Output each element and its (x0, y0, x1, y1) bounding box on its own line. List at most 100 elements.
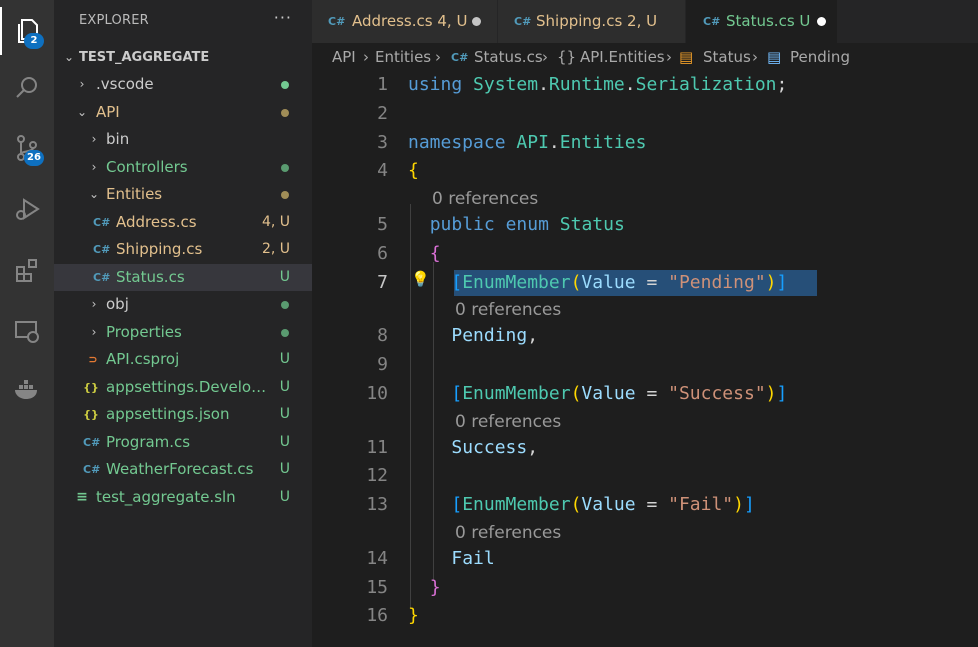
tree-item-controllers[interactable]: › Controllers (54, 154, 312, 181)
rss-icon: ⊃ (88, 353, 98, 366)
breadcrumb-item[interactable]: Status.cs (474, 43, 543, 72)
status-dot (281, 191, 289, 199)
tab-shipping-cs[interactable]: C# Shipping.cs 2, U (498, 0, 686, 43)
chevron-right-icon: › (91, 132, 97, 146)
unsaved-dot-icon[interactable] (817, 17, 826, 26)
breadcrumb-item[interactable]: API (332, 43, 356, 72)
tree-item-status-cs[interactable]: C# Status.cs U (54, 264, 312, 291)
docker-activity[interactable] (0, 366, 54, 414)
code-line: [EnumMember(Value = "Success")] (451, 383, 788, 404)
run-debug-icon (16, 198, 40, 220)
code-line: public enum Status (429, 214, 625, 235)
json-file-icon: {} (83, 381, 99, 394)
status-badge: U (279, 351, 290, 367)
remote-explorer-icon (15, 321, 39, 343)
tree-root[interactable]: ⌄ TEST_AGGREGATE (54, 44, 312, 71)
tree-item-label: Controllers (106, 158, 188, 176)
tree-item-label: Shipping.cs (116, 240, 203, 258)
code-line: namespace API.Entities (408, 132, 647, 153)
tree-item-properties[interactable]: › Properties (54, 319, 312, 346)
line-number: 13 (366, 494, 388, 515)
csharp-file-icon: C# (703, 15, 721, 28)
tree-item-entities[interactable]: ⌄ Entities (54, 181, 312, 208)
line-number: 1 (377, 74, 388, 95)
breadcrumb-item[interactable]: Status (703, 43, 751, 72)
breadcrumb-item[interactable]: API.Entities (580, 43, 665, 72)
csharp-file-icon: C# (93, 243, 111, 256)
unsaved-dot-icon[interactable] (472, 17, 481, 26)
tree-item-label: obj (106, 295, 129, 313)
search-icon (16, 77, 37, 98)
explorer-sidebar: EXPLORER ··· ⌄ TEST_AGGREGATE › .vscode … (54, 0, 312, 647)
line-number: 15 (366, 577, 388, 598)
code-lens-references[interactable]: 0 references (455, 412, 561, 432)
code-line: } (408, 605, 419, 626)
csharp-file-icon: C# (83, 436, 101, 449)
code-line: [EnumMember(Value = "Pending")] (451, 272, 788, 293)
json-file-icon: {} (83, 408, 99, 421)
tree-item-appsettings-development[interactable]: {} appsettings.Develop... U (54, 374, 312, 401)
tree-item-label: appsettings.Develop... (106, 378, 268, 396)
chevron-right-icon: › (79, 77, 85, 91)
code-lens-references[interactable]: 0 references (432, 189, 538, 209)
explorer-activity[interactable]: 2 (0, 7, 54, 55)
activity-bar: 2 26 (0, 0, 54, 647)
tree-item-api-csproj[interactable]: ⊃ API.csproj U (54, 346, 312, 373)
tab-label: Shipping.cs 2, U (536, 12, 658, 30)
tab-address-cs[interactable]: C# Address.cs 4, U (312, 0, 498, 43)
chevron-right-icon: › (542, 48, 548, 66)
status-badge: U (279, 489, 290, 505)
tree-item-weatherforecast-cs[interactable]: C# WeatherForecast.cs U (54, 456, 312, 483)
tree-item-bin[interactable]: › bin (54, 126, 312, 153)
tree-item-program-cs[interactable]: C# Program.cs U (54, 429, 312, 456)
enum-icon: ▤ (679, 48, 694, 66)
chevron-down-icon: ⌄ (88, 187, 100, 201)
remote-explorer-activity[interactable] (0, 307, 54, 355)
extensions-icon (16, 259, 37, 282)
breadcrumb-item[interactable]: Pending (790, 43, 850, 72)
breadcrumb: API › Entities › C# Status.cs › {} API.E… (312, 43, 978, 72)
line-number: 9 (377, 354, 388, 375)
tree-item-shipping-cs[interactable]: C# Shipping.cs 2, U (54, 236, 312, 263)
tree-item-label: Status.cs (116, 268, 185, 286)
extensions-activity[interactable] (0, 246, 54, 294)
line-number: 3 (377, 132, 388, 153)
status-badge: U (279, 406, 290, 422)
tab-status-cs[interactable]: C# Status.cs U (686, 0, 838, 43)
run-debug-activity[interactable] (0, 185, 54, 233)
chevron-down-icon: ⌄ (76, 105, 88, 119)
tree-item-vscode[interactable]: › .vscode (54, 71, 312, 98)
status-dot (281, 164, 289, 172)
status-dot (281, 329, 289, 337)
solution-file-icon: ≡ (76, 489, 88, 505)
line-number: 11 (366, 437, 388, 458)
code-lens-references[interactable]: 0 references (455, 523, 561, 543)
line-number: 10 (366, 383, 388, 404)
tree-item-obj[interactable]: › obj (54, 291, 312, 318)
tab-label: Address.cs 4, U (352, 12, 468, 30)
code-line: Pending, (451, 325, 539, 346)
breadcrumb-item[interactable]: Entities (375, 43, 431, 72)
line-number: 7 (377, 272, 388, 293)
tree-item-label: bin (106, 130, 130, 148)
tree-item-test-aggregate-sln[interactable]: ≡ test_aggregate.sln U (54, 484, 312, 511)
csharp-file-icon: C# (83, 463, 101, 476)
status-dot (281, 109, 289, 117)
tree-item-label: WeatherForecast.cs (106, 460, 254, 478)
enum-member-icon: ▤ (767, 48, 782, 66)
search-activity[interactable] (0, 64, 54, 112)
chevron-right-icon: › (363, 48, 369, 66)
code-line: } (429, 577, 441, 598)
source-control-activity[interactable]: 26 (0, 124, 54, 172)
chevron-right-icon: › (666, 48, 672, 66)
tree-item-appsettings-json[interactable]: {} appsettings.json U (54, 401, 312, 428)
line-number: 16 (366, 605, 388, 626)
tree-item-api[interactable]: ⌄ API (54, 99, 312, 126)
tree-item-address-cs[interactable]: C# Address.cs 4, U (54, 209, 312, 236)
code-lens-references[interactable]: 0 references (455, 300, 561, 320)
csharp-file-icon: C# (451, 51, 469, 64)
more-actions-button[interactable]: ··· (274, 8, 292, 27)
code-editor[interactable]: 1 2 3 4 5 6 7 8 9 10 11 12 13 14 15 16 💡… (312, 72, 978, 647)
sidebar-title: EXPLORER (79, 13, 149, 28)
chevron-down-icon: ⌄ (63, 50, 75, 64)
